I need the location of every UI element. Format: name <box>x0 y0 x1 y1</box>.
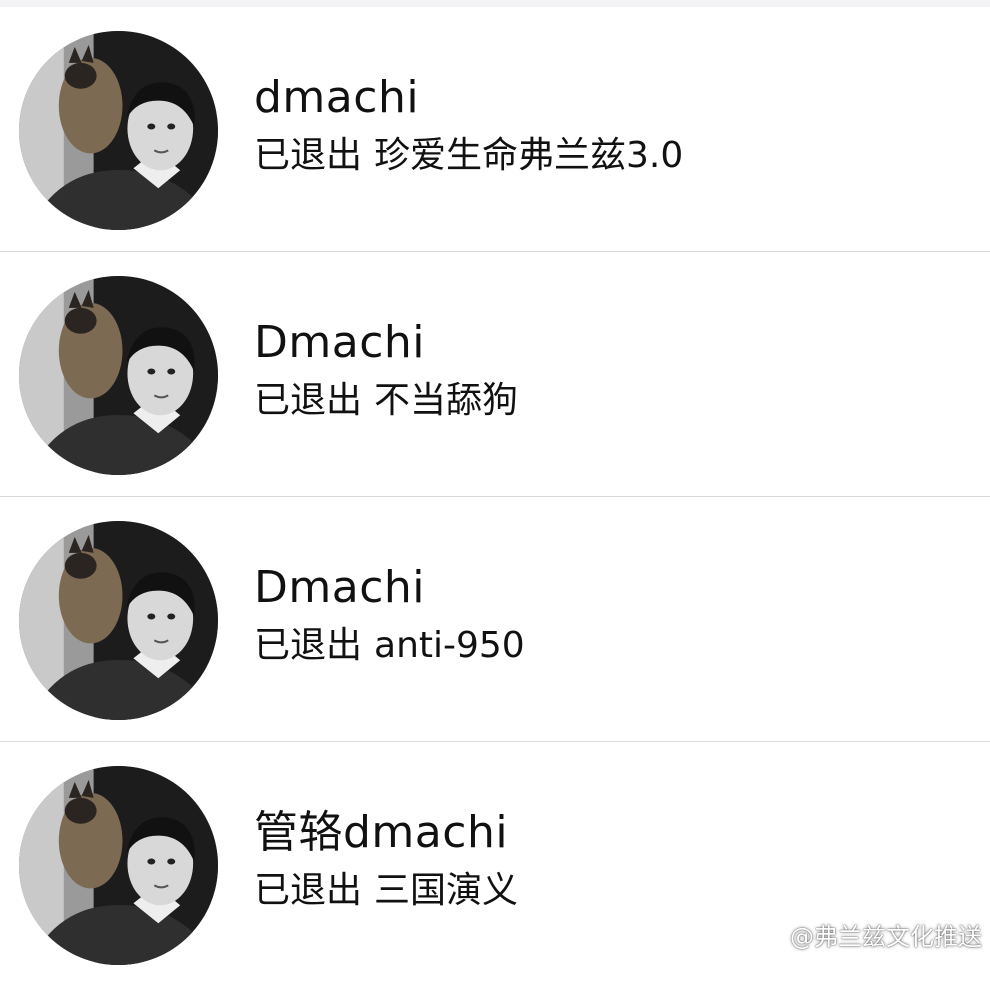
watermark: @弗兰兹文化推送 <box>748 922 982 952</box>
group-name: 三国演义 <box>374 870 519 911</box>
contact-name: Dmachi <box>254 317 426 368</box>
contact-status-line: 已退出 珍爱生命弗兰兹3.0 <box>254 131 683 181</box>
avatar-photo <box>19 766 218 965</box>
status-label: 已退出 <box>254 380 363 421</box>
weibo-icon <box>748 922 786 952</box>
avatar[interactable] <box>19 766 218 965</box>
contact-name: Dmachi <box>254 562 426 613</box>
contact-name: 管辂dmachi <box>254 807 509 858</box>
contact-name: dmachi <box>254 72 420 123</box>
contact-status-line: 已退出 三国演义 <box>254 866 518 916</box>
group-name: 不当舔狗 <box>374 380 519 421</box>
avatar-photo <box>19 276 218 475</box>
contact-status-line: 已退出 anti-950 <box>254 621 525 671</box>
top-strip <box>0 0 990 7</box>
status-label: 已退出 <box>254 625 363 666</box>
avatar[interactable] <box>19 521 218 720</box>
contact-text: dmachi 已退出 珍爱生命弗兰兹3.0 <box>254 69 683 181</box>
group-name: 珍爱生命弗兰兹3.0 <box>374 135 684 176</box>
contact-text: 管辂dmachi 已退出 三国演义 <box>254 804 518 916</box>
group-name: anti-950 <box>374 625 525 666</box>
status-label: 已退出 <box>254 135 363 176</box>
avatar-photo <box>19 31 218 230</box>
status-label: 已退出 <box>254 870 363 911</box>
contact-text: Dmachi 已退出 anti-950 <box>254 559 525 671</box>
list-item[interactable]: dmachi 已退出 珍爱生命弗兰兹3.0 <box>0 7 990 252</box>
watermark-text: @弗兰兹文化推送 <box>790 923 982 951</box>
avatar[interactable] <box>19 276 218 475</box>
list-item[interactable]: Dmachi 已退出 不当舔狗 <box>0 252 990 497</box>
avatar-photo <box>19 521 218 720</box>
contact-status-line: 已退出 不当舔狗 <box>254 376 518 426</box>
contact-list: dmachi 已退出 珍爱生命弗兰兹3.0 Dmachi 已退出 不当舔狗 Dm… <box>0 7 990 987</box>
list-item[interactable]: Dmachi 已退出 anti-950 <box>0 497 990 742</box>
contact-text: Dmachi 已退出 不当舔狗 <box>254 314 518 426</box>
avatar[interactable] <box>19 31 218 230</box>
